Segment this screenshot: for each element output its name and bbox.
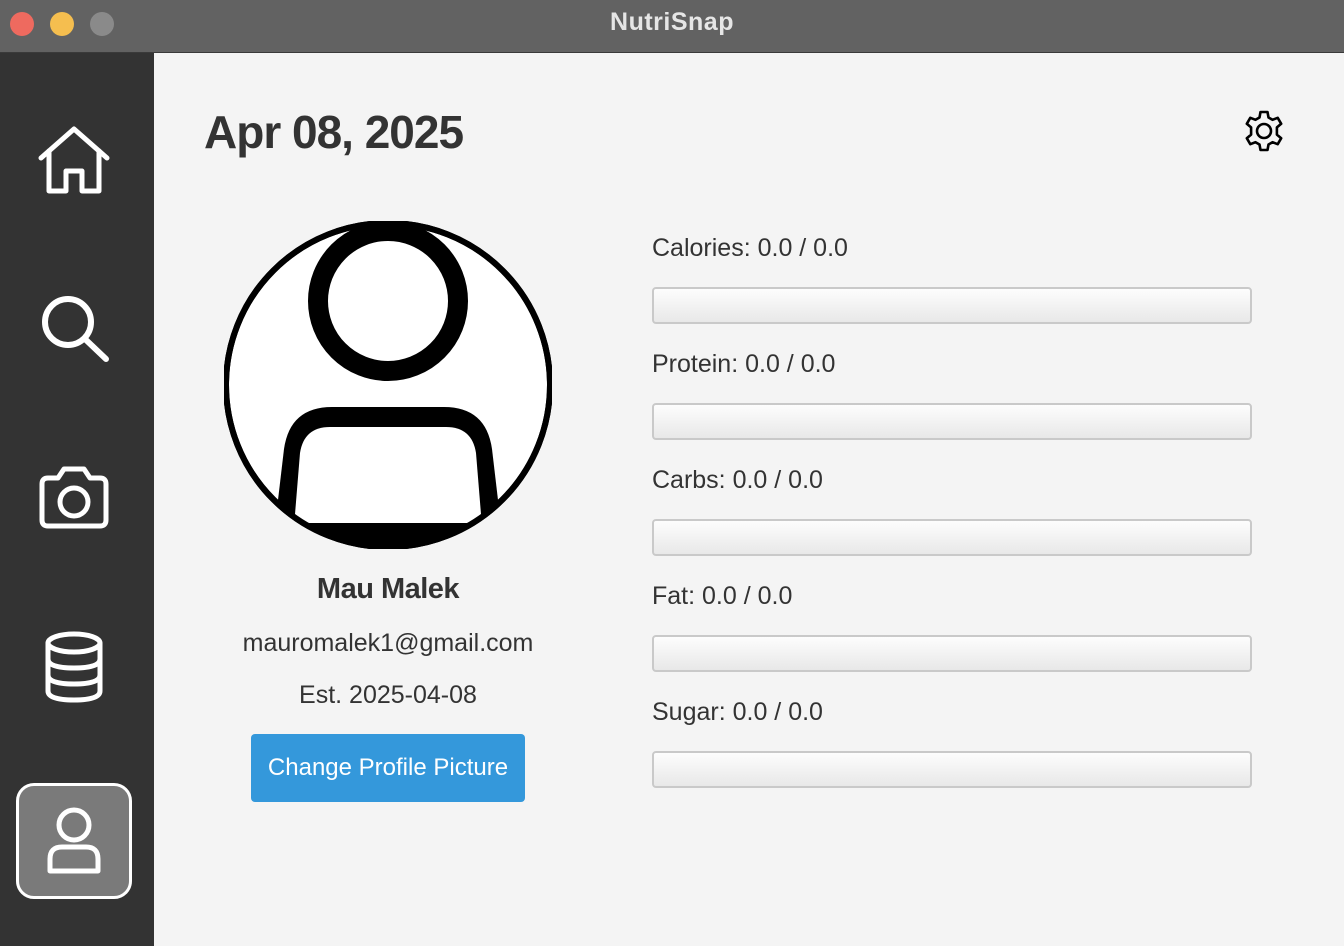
carbs-label: Carbs: 0.0 / 0.0 [652, 466, 823, 494]
home-icon [38, 126, 110, 194]
search-icon [42, 296, 109, 362]
sidebar-item-profile[interactable] [16, 783, 132, 899]
sidebar-item-database[interactable] [16, 609, 132, 725]
title-bar: NutriSnap [0, 0, 1344, 53]
profile-avatar [224, 221, 552, 549]
sugar-progress-bar [652, 751, 1252, 788]
profile-email: mauromalek1@gmail.com [242, 629, 534, 657]
database-icon [45, 631, 103, 703]
sidebar [0, 53, 154, 946]
protein-progress-bar [652, 403, 1252, 440]
sidebar-item-search[interactable] [16, 270, 132, 386]
window-title: NutriSnap [610, 8, 734, 36]
carbs-progress-bar [652, 519, 1252, 556]
user-icon [47, 807, 101, 874]
page-title-date: Apr 08, 2025 [204, 106, 464, 158]
profile-established-date: Est. 2025-04-08 [299, 681, 477, 709]
main-content: Apr 08, 2025 Mau Malek mauromalek1@gmail… [154, 53, 1344, 946]
profile-name: Mau Malek [316, 573, 460, 605]
gear-icon[interactable] [1242, 109, 1286, 153]
sidebar-item-home[interactable] [16, 103, 132, 219]
camera-icon [39, 466, 109, 529]
calories-progress-bar [652, 287, 1252, 324]
fat-progress-bar [652, 635, 1252, 672]
fat-label: Fat: 0.0 / 0.0 [652, 582, 793, 610]
sidebar-item-camera[interactable] [16, 440, 132, 556]
change-profile-picture-button[interactable]: Change Profile Picture [251, 734, 525, 802]
protein-label: Protein: 0.0 / 0.0 [652, 350, 836, 378]
calories-label: Calories: 0.0 / 0.0 [652, 234, 848, 262]
sugar-label: Sugar: 0.0 / 0.0 [652, 698, 823, 726]
